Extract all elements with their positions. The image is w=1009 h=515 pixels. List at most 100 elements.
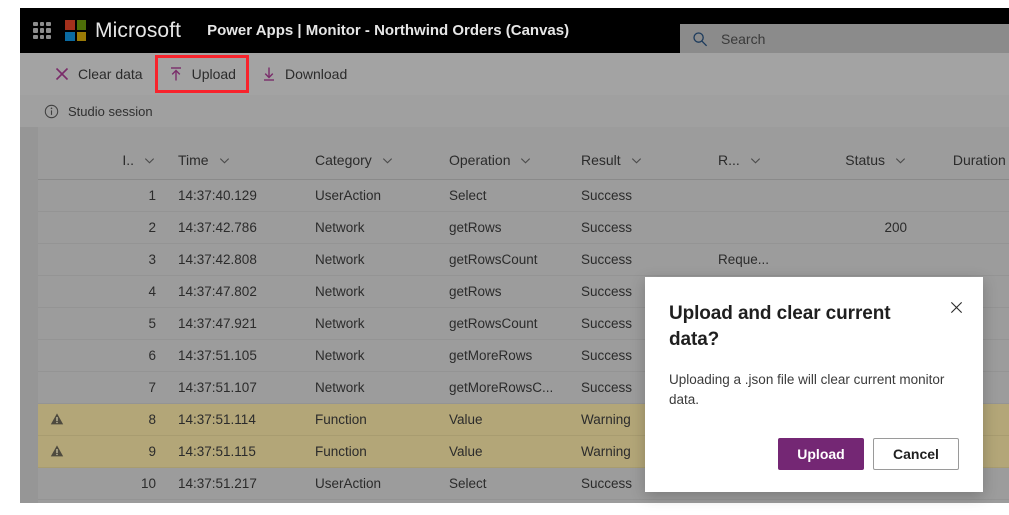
microsoft-logo-icon: [65, 20, 86, 41]
table-cell: Success: [581, 220, 633, 235]
table-cell: Success: [581, 188, 633, 203]
column-header[interactable]: R...: [718, 152, 762, 168]
table-cell: Network: [315, 220, 365, 235]
table-cell: 2: [148, 220, 156, 235]
table-cell: [898, 180, 1009, 211]
column-header[interactable]: Status: [757, 152, 907, 168]
dialog-upload-button[interactable]: Upload: [778, 438, 864, 470]
table-cell: getMoreRows: [449, 348, 533, 363]
table-cell: 9: [148, 444, 156, 459]
table-cell: 8: [148, 412, 156, 427]
table-cell: [757, 180, 907, 211]
dialog-action-row: Upload Cancel: [778, 438, 959, 470]
column-header[interactable]: Category: [315, 152, 394, 168]
table-cell: [898, 244, 1009, 275]
dialog-close-button[interactable]: [943, 297, 969, 323]
session-info-bar: Studio session: [20, 95, 1009, 127]
chevron-down-icon[interactable]: [630, 154, 643, 167]
table-cell: Function: [315, 444, 367, 459]
column-header[interactable]: I..: [38, 152, 156, 168]
chevron-down-icon[interactable]: [381, 154, 394, 167]
column-header[interactable]: Result: [581, 152, 643, 168]
table-cell: 14:37:51.114: [178, 412, 256, 427]
table-cell: getMoreRowsC...: [449, 380, 554, 395]
table-cell: getRows: [449, 284, 502, 299]
table-cell: Success: [581, 252, 633, 267]
dialog-cancel-button[interactable]: Cancel: [873, 438, 959, 470]
table-cell: 3: [148, 252, 156, 267]
table-cell: Select: [449, 476, 487, 491]
download-button[interactable]: Download: [251, 58, 357, 90]
column-header-label: Category: [315, 152, 372, 168]
microsoft-brand-label: Microsoft: [95, 18, 182, 42]
bottom-strip: [20, 503, 1009, 515]
table-cell: 14:37:47.921: [178, 316, 257, 331]
monitor-app-window: Microsoft Power Apps | Monitor - Northwi…: [0, 0, 1009, 515]
table-cell: 4: [148, 284, 156, 299]
waffle-grid-icon[interactable]: [33, 21, 51, 40]
table-cell: Value: [449, 412, 483, 427]
table-cell: 14:37:42.808: [178, 252, 257, 267]
info-circle-icon: [44, 104, 59, 119]
upload-confirm-dialog: Upload and clear current data? Uploading…: [645, 277, 983, 492]
table-row[interactable]: 2 14:37:42.786 Network getRows Success 2002,6…: [38, 212, 1009, 244]
table-cell: UserAction: [315, 476, 382, 491]
chevron-down-icon[interactable]: [143, 154, 156, 167]
close-x-icon: [949, 300, 964, 320]
table-cell: 2,625: [898, 212, 1009, 243]
table-cell: UserAction: [315, 188, 382, 203]
app-title-label: Power Apps | Monitor - Northwind Orders …: [207, 22, 570, 39]
table-cell: Network: [315, 316, 365, 331]
table-left-gutter: [20, 127, 38, 503]
table-cell: 14:37:51.115: [178, 444, 256, 459]
column-header[interactable]: Operation: [449, 152, 532, 168]
column-header-label: R...: [718, 152, 740, 168]
table-cell: [757, 244, 907, 275]
table-cell: 6: [148, 348, 156, 363]
search-icon: [692, 31, 708, 47]
dialog-title: Upload and clear current data?: [669, 303, 891, 350]
close-x-icon: [54, 66, 70, 82]
table-cell: 14:37:51.105: [178, 348, 257, 363]
column-header-label: Duration (...: [952, 152, 1009, 168]
table-cell: 5: [148, 316, 156, 331]
table-header-row: I.. Time Category Operation Result R... Status…: [38, 127, 1009, 180]
table-cell: Value: [449, 444, 483, 459]
table-cell: Select: [449, 188, 487, 203]
clear-data-button[interactable]: Clear data: [44, 58, 153, 90]
download-label: Download: [284, 66, 348, 82]
search-placeholder: Search: [721, 30, 766, 47]
table-cell: getRowsCount: [449, 252, 538, 267]
command-bar: Clear data Upload Download: [20, 53, 1009, 95]
table-cell: getRows: [449, 220, 502, 235]
chevron-down-icon[interactable]: [218, 154, 231, 167]
search-input[interactable]: Search: [680, 24, 1009, 53]
session-label: Studio session: [68, 103, 153, 119]
column-header[interactable]: Time: [178, 152, 231, 168]
suite-header: Microsoft Power Apps | Monitor - Northwi…: [20, 8, 1009, 53]
table-cell: Function: [315, 412, 367, 427]
table-cell: 1: [148, 188, 156, 203]
table-cell: Network: [315, 348, 365, 363]
download-arrow-icon: [261, 66, 277, 82]
chevron-down-icon[interactable]: [519, 154, 532, 167]
upload-button[interactable]: Upload: [154, 55, 249, 93]
table-cell: 14:37:51.217: [178, 476, 257, 491]
table-cell: 7: [148, 380, 156, 395]
column-header[interactable]: Duration (...: [898, 152, 1009, 168]
table-row[interactable]: 1 14:37:40.129 UserAction Select Success: [38, 180, 1009, 212]
column-header-label: Status: [845, 152, 885, 168]
table-cell: 14:37:40.129: [178, 188, 257, 203]
upload-arrow-icon: [168, 66, 184, 82]
column-header-label: I..: [122, 152, 134, 168]
table-cell: 14:37:47.802: [178, 284, 257, 299]
column-header-label: Time: [178, 152, 209, 168]
table-cell: 14:37:42.786: [178, 220, 257, 235]
table-row[interactable]: 3 14:37:42.808 Network getRowsCount Success R…: [38, 244, 1009, 276]
upload-label: Upload: [191, 66, 236, 82]
table-cell: 200: [884, 220, 907, 235]
table-cell: Network: [315, 380, 365, 395]
dialog-body-text: Uploading a .json file will clear curren…: [669, 372, 945, 407]
clear-data-label: Clear data: [78, 66, 143, 82]
table-cell: Network: [315, 284, 365, 299]
